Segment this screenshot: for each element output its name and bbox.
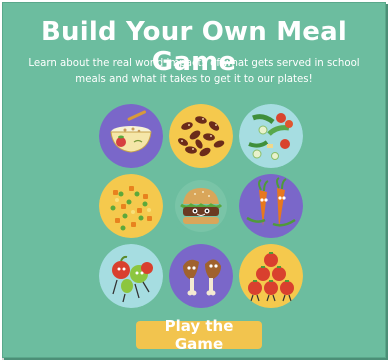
- salad-icon: [239, 104, 303, 168]
- mixed-vegetables-icon: [99, 174, 163, 238]
- food-tile-grid: [99, 104, 303, 308]
- tomato-pyramid-icon: [239, 244, 303, 308]
- fruit-characters-icon: [99, 244, 163, 308]
- game-promo-card: Build Your Own Meal Game Learn about the…: [2, 2, 386, 358]
- burger-character-tile: [169, 174, 233, 238]
- burger-character-icon: [169, 174, 233, 238]
- beans-tile: [169, 104, 233, 168]
- carrot-characters-icon: [239, 174, 303, 238]
- mixed-vegetables-tile: [99, 174, 163, 238]
- chicken-drumsticks-icon: [169, 244, 233, 308]
- yogurt-bowl-icon: [99, 104, 163, 168]
- tomato-pyramid-tile: [239, 244, 303, 308]
- carrot-characters-tile: [239, 174, 303, 238]
- beans-icon: [169, 104, 233, 168]
- play-the-game-button[interactable]: Play the Game: [136, 317, 262, 353]
- page-subtitle: Learn about the real world impacts of wh…: [28, 58, 360, 85]
- yogurt-bowl-tile: [99, 104, 163, 168]
- salad-tile: [239, 104, 303, 168]
- fruit-characters-tile: [99, 244, 163, 308]
- chicken-drumsticks-tile: [169, 244, 233, 308]
